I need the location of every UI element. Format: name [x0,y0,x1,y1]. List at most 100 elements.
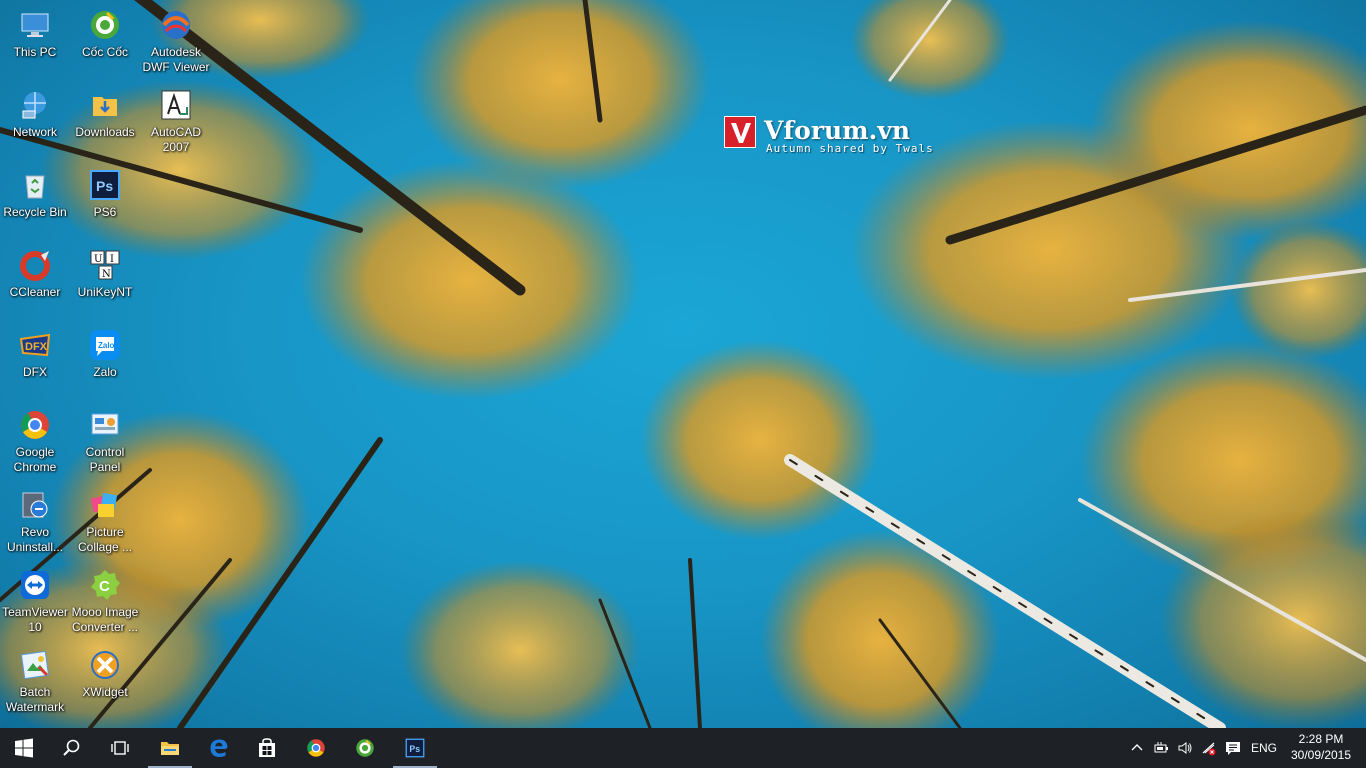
network-wifi-off-icon [1202,742,1216,756]
desktop-icon-label: Network [12,125,57,139]
svg-text:DFX: DFX [25,341,48,353]
batch-watermark-icon [19,649,51,681]
chrome-icon [307,739,325,757]
svg-text:N: N [102,269,111,280]
desktop-icon-label: AutoCAD 2007 [150,125,202,154]
control-panel-icon [89,409,121,441]
search-icon [63,739,80,756]
search-button[interactable] [48,728,96,768]
taskbar: Ps ENG 2:28 PM 30/09/2015 [0,728,1366,768]
desktop-icon-teamviewer[interactable]: TeamViewer 10 [0,564,70,640]
computer-icon [19,9,51,41]
task-view-button[interactable] [96,728,144,768]
action-center-icon [1226,742,1240,755]
desktop-icon-control-panel[interactable]: Control Panel [70,404,140,480]
desktop-icon-label: Revo Uninstall... [6,525,64,554]
image-converter-icon: C [89,569,121,601]
network-icon [19,89,51,121]
taskbar-photoshop[interactable]: Ps [391,728,439,768]
svg-text:Ps: Ps [96,178,113,194]
store-icon [259,738,275,757]
desktop-icon-label: UniKeyNT [77,285,133,299]
edge-icon [210,739,228,757]
start-button[interactable] [0,728,48,768]
desktop-icon-coc-coc[interactable]: Cốc Cốc [70,4,140,80]
dfx-icon: DFX [19,329,51,361]
xwidget-icon [89,649,121,681]
desktop-icon-label: XWidget [82,685,128,699]
desktop-icon-recycle-bin[interactable]: Recycle Bin [0,164,70,240]
volume-icon [1178,742,1192,754]
recycle-bin-icon [19,169,51,201]
desktop-icon-label: DFX [23,365,47,379]
taskbar-edge[interactable] [195,728,243,768]
tray-action-center[interactable] [1222,728,1244,768]
desktop-icon-label: Autodesk DWF Viewer [142,45,210,74]
chevron-up-icon [1131,744,1143,751]
downloads-folder-icon [89,89,121,121]
windows-logo-icon [15,738,33,758]
input-language-indicator[interactable]: ENG [1250,728,1278,768]
desktop-icon-label: TeamViewer 10 [2,605,68,634]
desktop-icon-label: Picture Collage ... [77,525,133,554]
watermark-caption: Autumn shared by Twals [766,142,934,155]
vforum-logo-icon [724,116,756,148]
desktop-icon-google-chrome[interactable]: Google Chrome [0,404,70,480]
autodesk-dwf-viewer-icon [160,9,192,41]
tray-show-hidden-button[interactable] [1126,728,1148,768]
tray-battery[interactable] [1150,728,1172,768]
desktop-icon-label: Zalo [93,365,117,379]
file-explorer-icon [161,742,179,755]
desktop-icon-picture-collage[interactable]: Picture Collage ... [70,484,140,560]
desktop-icon-label: CCleaner [9,285,61,299]
desktop-icon-unikeynt[interactable]: UIN UniKeyNT [70,244,140,320]
desktop-icon-label: Cốc Cốc [81,45,128,59]
tray-network[interactable] [1198,728,1220,768]
ccleaner-icon [19,249,51,281]
desktop-icon-ccleaner[interactable]: CCleaner [0,244,70,320]
desktop-icon-xwidget[interactable]: XWidget [70,644,140,720]
desktop-icon-label: Google Chrome [13,445,57,474]
taskbar-store[interactable] [243,728,291,768]
taskbar-coc-coc[interactable] [341,728,389,768]
desktop-icon-this-pc[interactable]: This PC [0,4,70,80]
clock[interactable]: 2:28 PM 30/09/2015 [1286,731,1356,763]
revo-uninstaller-icon [19,489,51,521]
task-view-icon [111,741,129,755]
desktop-icon-label: PS6 [93,205,117,219]
photoshop-icon: Ps [405,738,425,758]
desktop-icon-label: Recycle Bin [3,205,67,219]
photoshop-icon: Ps [89,169,121,201]
desktop-icon-autocad[interactable]: AutoCAD 2007 [141,84,211,160]
taskbar-chrome[interactable] [292,728,340,768]
chrome-icon [19,409,51,441]
autocad-icon [160,89,192,121]
desktop-icon-label: Downloads [75,125,135,139]
desktop-icon-revo-uninstaller[interactable]: Revo Uninstall... [0,484,70,560]
clock-date: 30/09/2015 [1290,748,1352,762]
clock-time: 2:28 PM [1298,732,1344,746]
desktop-icon-zalo[interactable]: Zalo Zalo [70,324,140,400]
desktop-icon-label: Batch Watermark [5,685,65,714]
svg-text:U: U [94,254,102,265]
watermark-brand: Vforum.vn [764,116,911,145]
desktop-icon-dfx[interactable]: DFX DFX [0,324,70,400]
desktop-icon-batch-watermark[interactable]: Batch Watermark [0,644,70,720]
coc-coc-browser-icon [356,739,374,757]
svg-text:Ps: Ps [409,744,420,754]
unikey-icon: UIN [89,249,121,281]
desktop-icon-downloads[interactable]: Downloads [70,84,140,160]
taskbar-file-explorer[interactable] [146,728,194,768]
tray-volume[interactable] [1174,728,1196,768]
battery-icon [1154,742,1168,753]
svg-text:C: C [99,578,110,595]
zalo-icon: Zalo [89,329,121,361]
desktop-icon-ps6[interactable]: Ps PS6 [70,164,140,240]
svg-text:I: I [110,254,114,265]
desktop-icon-image-converter[interactable]: C Mooo Image Converter ... [70,564,140,640]
desktop-icon-label: Mooo Image Converter ... [71,605,139,634]
desktop-icon-autodesk-dwf-viewer[interactable]: Autodesk DWF Viewer [141,4,211,80]
desktop-icon-label: Control Panel [85,445,125,474]
desktop-icon-network[interactable]: Network [0,84,70,160]
coc-coc-browser-icon [89,9,121,41]
